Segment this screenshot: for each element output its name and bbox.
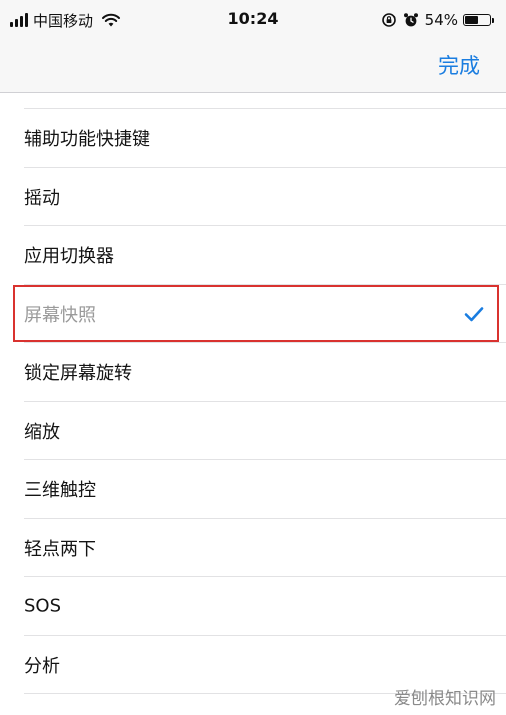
list-item-label: SOS [24,595,62,617]
list-item-label: 分析 [24,655,60,677]
list-item[interactable]: 应用切换器 [0,226,506,285]
list-item-label: 缩放 [24,421,60,443]
list-item-label: 锁定屏幕旋转 [24,363,132,385]
checkmark-icon [464,306,484,322]
list-item[interactable]: 轻点两下 [0,519,506,577]
list-item[interactable]: 锁定屏幕旋转 [0,343,506,402]
list-item-label: 应用切换器 [24,246,114,268]
list-item[interactable]: SOS [0,577,506,636]
list-item-label: 辅助功能快捷键 [24,129,150,151]
list-item-label: 轻点两下 [24,538,96,560]
list-item[interactable]: 缩放 [0,402,506,460]
watermark: 爱刨根知识网 [394,689,496,709]
alarm-icon [403,13,418,27]
battery-icon [463,14,491,26]
list-item[interactable]: 三维触控 [0,460,506,519]
list-item-label: 屏幕快照 [24,304,96,326]
battery-percentage: 54% [424,11,458,29]
screen: 中国移动 10:24 54% 完成 辅助功能快捷键 摇动 应用切换器 屏幕快照 … [0,0,506,715]
status-right: 54% [381,9,494,31]
done-button[interactable]: 完成 [438,50,480,80]
nav-bar: 完成 [0,40,506,93]
status-bar: 中国移动 10:24 54% [0,0,506,40]
battery-cap [492,17,494,23]
list-item-label: 三维触控 [24,480,96,502]
orientation-lock-icon [381,13,396,27]
list-item[interactable]: 辅助功能快捷键 [0,109,506,168]
list-item[interactable]: 摇动 [0,168,506,226]
list-item-label: 摇动 [24,187,60,209]
list-item[interactable]: 屏幕快照 [0,285,506,343]
battery-fill [465,16,478,24]
